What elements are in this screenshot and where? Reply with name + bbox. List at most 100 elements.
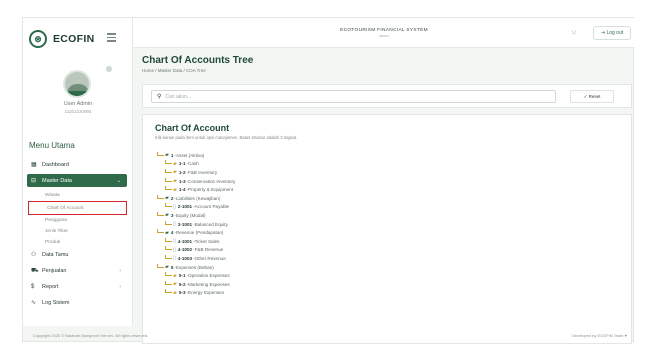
chevron-right-icon: › [119,267,121,274]
sidebar-item-log-sistem[interactable]: ∿ Log Sistem [27,296,127,309]
tree-connector [165,177,172,182]
tree-node-name: Revenue (Pendapatan) [175,230,224,236]
chevron-down-icon: ⌄ [116,177,121,184]
sidebar-subitem-wisata[interactable]: Wisata [27,190,127,201]
tree-node[interactable]: ▰ 4 - Revenue (Pendapatan) [157,228,357,237]
sidebar-menu: ▦ Dashboard ⊟ Master Data ⌄ Wisata Chart… [27,158,127,312]
cart-icon: ⛟ [31,267,39,274]
tree-node[interactable]: ▯ 4-1002 - F&B Revenue [157,246,357,255]
folder-icon: ▰ [165,152,169,159]
file-icon: ▯ [173,221,176,228]
tree-node-name: Marketing Expenses [188,281,230,287]
folder-icon: ▰ [173,178,177,185]
tree-node[interactable]: ▰ 1 - Asset (Aktiva) [157,151,357,160]
tree-node-name: Property & Equipment [188,187,233,193]
footer-developed: Developed by ECOFIN Team ♥ [572,333,627,338]
tree-connector [165,280,172,285]
brand[interactable]: ⊛ ECOFIN [29,30,94,48]
tree-node-name: F&B Inventory [188,169,218,175]
tree-node-name: Asset (Aktiva) [175,152,205,158]
tree-node[interactable]: ▯ 4-1003 - Other Revenue [157,254,357,263]
brand-name: ECOFIN [53,33,95,45]
tree-node-code: 5-2 [178,281,186,287]
tree-connector [157,194,164,199]
tree-node[interactable]: ▰ 1-3 - Conservation Inventory [157,177,357,186]
tree-node-code: 2-1001 [177,204,193,210]
menu-toggle-icon[interactable] [107,33,116,42]
logout-button[interactable]: ⇥ Log out [593,26,631,40]
chevron-right-icon: › [119,283,121,290]
tree-node[interactable]: ▯ 3-1001 - Balanced Equity [157,220,357,229]
coa-title: Chart Of Account [155,123,230,133]
top-bar: ECOTOURISM FINANCIAL SYSTEM admin ⁙ ⇥ Lo… [133,18,635,48]
menu-title: Menu Utama [29,141,75,150]
tree-node[interactable]: ▰ 5 - Expenses (Beban) [157,263,357,272]
sidebar-item-dashboard[interactable]: ▦ Dashboard [27,158,127,171]
tree-node[interactable]: ▰ 1-1 - Cash [157,160,357,169]
folder-icon: ▰ [173,169,177,176]
users-icon: ⚇ [31,252,37,258]
tree-connector [165,160,172,165]
activity-icon: ∿ [31,300,37,306]
tree-node[interactable]: ▰ 2 - Liabilities (Kewajiban) [157,194,357,203]
grid-icon[interactable]: ⁙ [571,29,580,38]
tree-node[interactable]: ▯ 2-1001 - Account Payable [157,203,357,212]
sidebar-item-penjualan[interactable]: ⛟ Penjualan › [27,264,127,277]
ecofin-logo-icon: ⊛ [29,30,47,48]
tree-node-name: Conservation Inventory [188,178,236,184]
logout-label: Log out [606,30,624,36]
sidebar-subitem-pengguna[interactable]: Pengguna [27,215,127,226]
folder-icon: ▰ [173,281,177,288]
tree-node[interactable]: ▰ 3 - Equity (Modal) [157,211,357,220]
tree-node-name: Other Revenue [194,255,226,261]
avatar-badge [68,91,89,96]
coa-description: Klik kanan pada item untuk opsi manajeme… [155,135,298,140]
sidebar-subitem-jenis-tiket[interactable]: Jenis Tiket [27,226,127,237]
sidebar-item-master-data[interactable]: ⊟ Master Data ⌄ [27,174,127,187]
sidebar-item-report[interactable]: $ Report › [27,280,127,293]
sidebar-item-label: Log Sistem [42,299,70,306]
tree-node-code: 1-4 [178,187,186,193]
tree-node[interactable]: ▯ 4-1001 - Ticket Sales [157,237,357,246]
tree-node-code: 5-1 [178,273,186,279]
folder-icon: ▰ [165,195,169,202]
tree-node-name: Ticket Sales [194,238,220,244]
database-icon: ⊟ [31,178,37,184]
tree-connector [165,203,172,208]
folder-icon: ▰ [165,212,169,219]
folder-icon: ▰ [165,264,169,271]
sidebar-item-label: Master Data [42,177,72,184]
folder-icon: ▰ [173,272,177,279]
tree-node-code: 3 [170,212,174,218]
file-icon: ▯ [173,255,176,262]
tree-node[interactable]: ▰ 1-2 - F&B Inventory [157,168,357,177]
sidebar-subitem-chart-of-account[interactable]: Chart Of Account [28,201,127,215]
tree-connector [165,254,172,259]
tree-node[interactable]: ▰ 1-4 - Property & Equipment [157,185,357,194]
sidebar-item-label: Penjualan [42,267,67,274]
folder-icon: ▰ [173,289,177,296]
reset-button[interactable]: ✓ Reset [570,90,614,103]
user-name: User Admin [63,101,93,107]
sidebar-subitem-produk[interactable]: Produk [27,237,127,248]
search-input[interactable]: ⚲ Cari akun... [151,90,556,103]
tree-node[interactable]: ▰ 5-3 - Energy Expenses [157,289,357,298]
system-subtitle: admin [379,34,389,38]
tree-connector [165,220,172,225]
tree-node[interactable]: ▰ 5-2 - Marketing Expenses [157,280,357,289]
tree-node-code: 4-1001 [177,238,193,244]
tree-node-code: 4 [170,230,174,236]
tree-node-code: 3-1001 [177,221,193,227]
folder-icon: ▰ [173,186,177,193]
tree-node[interactable]: ▰ 5-1 - Operation Expenses [157,271,357,280]
page-title: Chart Of Accounts Tree [142,55,254,66]
tree-connector [165,289,172,294]
search-placeholder: Cari akun... [165,93,191,100]
breadcrumb: Home / Master Data / COA Tree [142,68,206,73]
tree-node-code: 1-2 [178,169,186,175]
sidebar-item-data-tamu[interactable]: ⚇ Data Tamu [27,248,127,261]
folder-icon: ▰ [165,229,169,236]
tree-node-code: 4-1003 [177,255,193,261]
coa-card: Chart Of Account Klik kanan pada item un… [142,114,632,344]
tree-connector [157,151,164,156]
